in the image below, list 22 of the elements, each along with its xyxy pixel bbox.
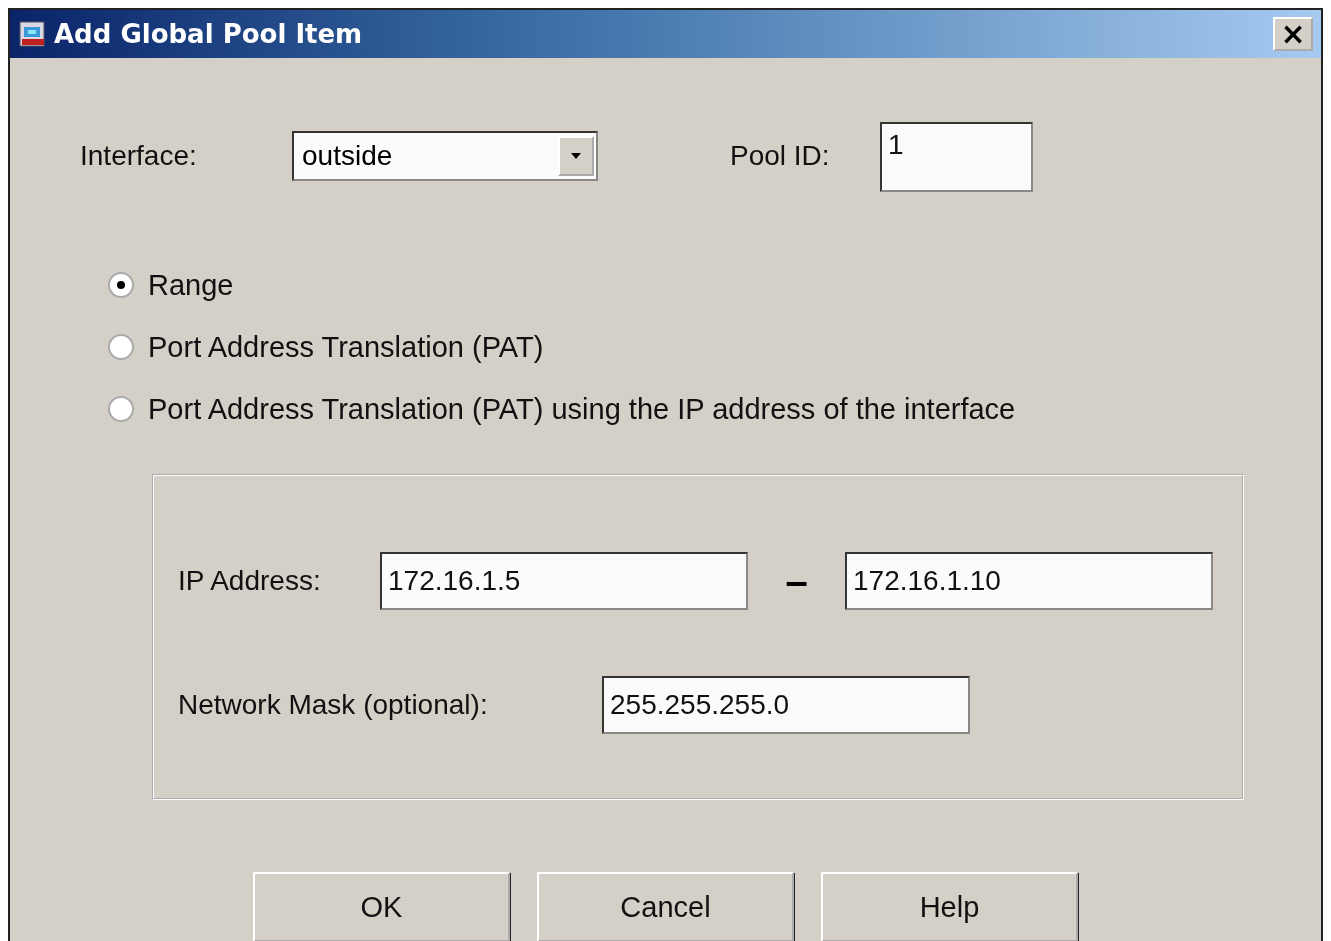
network-mask-field[interactable]: 255.255.255.0 [602,676,970,734]
close-button[interactable]: × [1273,17,1313,51]
radio-button[interactable] [108,334,134,360]
dialog-button[interactable]: Cancel [537,872,794,941]
ip-end-field[interactable]: 172.16.1.10 [845,552,1213,610]
option-label[interactable]: Port Address Translation (PAT) using the IP address of the interface [148,392,1016,426]
network-mask-label: Network Mask (optional): [178,689,489,721]
dialog-button[interactable]: OK [253,872,510,941]
interface-dropdown[interactable]: outside [292,131,598,181]
ip-start-field[interactable]: 172.16.1.5 [380,552,748,610]
pool-id-field[interactable]: 1 [880,122,1033,192]
pool-id-label: Pool ID: [730,140,831,172]
window-title: Add Global Pool Item [54,19,364,49]
ip-address-label: IP Address: [178,565,322,597]
dialog-button[interactable]: Help [821,872,1078,941]
radio-button[interactable] [108,272,134,298]
option-label[interactable]: Port Address Translation (PAT) [148,330,544,364]
app-icon [18,19,48,49]
radio-button[interactable] [108,396,134,422]
interface-label: Interface: [80,140,198,172]
option-label[interactable]: Range [148,268,234,302]
range-separator: – [784,558,809,604]
